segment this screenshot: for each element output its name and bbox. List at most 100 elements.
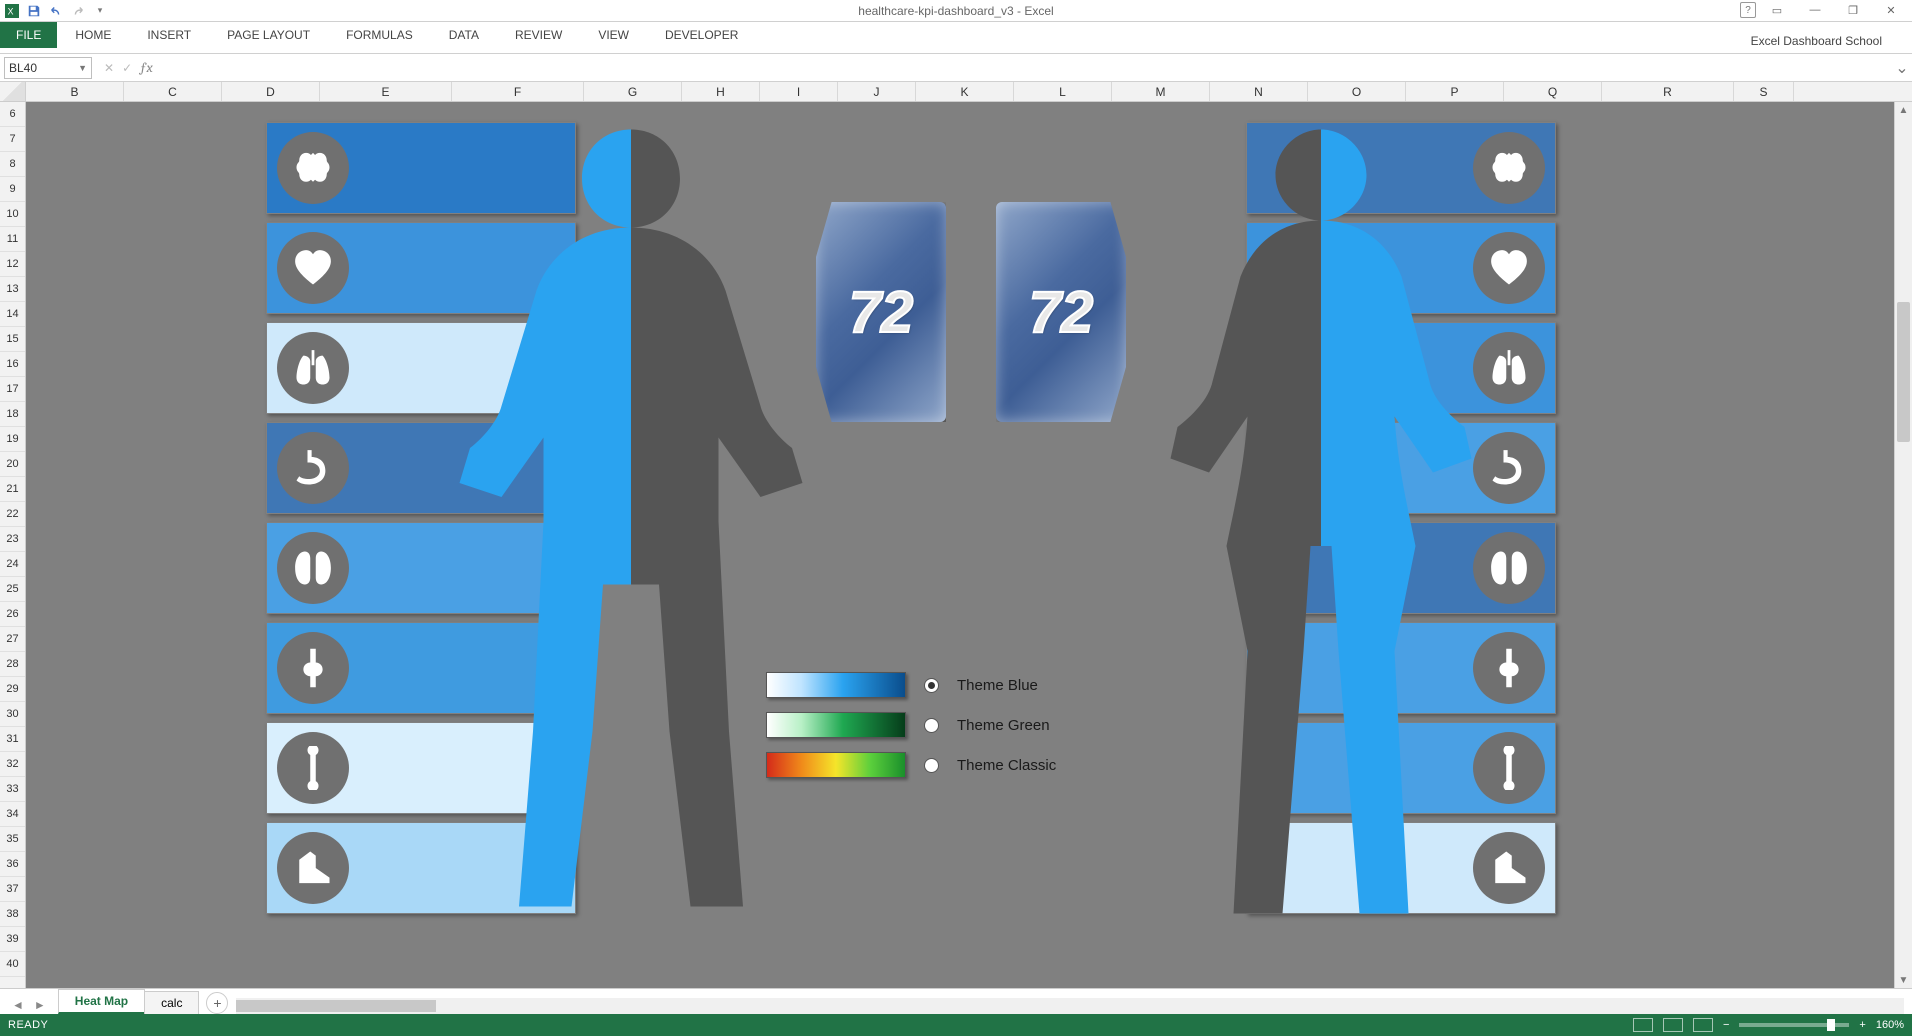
row-header-30[interactable]: 30 (0, 702, 25, 727)
row-header-10[interactable]: 10 (0, 202, 25, 227)
row-header-39[interactable]: 39 (0, 927, 25, 952)
row-header-11[interactable]: 11 (0, 227, 25, 252)
ribbon-tab-pagelayout[interactable]: PAGE LAYOUT (209, 22, 328, 48)
col-header-K[interactable]: K (916, 82, 1014, 101)
zoom-in-icon[interactable]: + (1859, 1019, 1865, 1031)
row-header-31[interactable]: 31 (0, 727, 25, 752)
theme-label-green: Theme Green (957, 717, 1050, 734)
col-header-E[interactable]: E (320, 82, 452, 101)
ribbon-tab-home[interactable]: HOME (57, 22, 129, 48)
radio-theme-blue[interactable] (924, 678, 939, 693)
radio-theme-green[interactable] (924, 718, 939, 733)
col-header-H[interactable]: H (682, 82, 760, 101)
col-header-N[interactable]: N (1210, 82, 1308, 101)
col-header-I[interactable]: I (760, 82, 838, 101)
col-header-J[interactable]: J (838, 82, 916, 101)
col-header-C[interactable]: C (124, 82, 222, 101)
row-header-18[interactable]: 18 (0, 402, 25, 427)
row-header-29[interactable]: 29 (0, 677, 25, 702)
col-header-P[interactable]: P (1406, 82, 1504, 101)
col-header-L[interactable]: L (1014, 82, 1112, 101)
row-header-25[interactable]: 25 (0, 577, 25, 602)
view-pagebreak-icon[interactable] (1693, 1018, 1713, 1032)
scroll-thumb[interactable] (1897, 302, 1910, 442)
select-all-triangle[interactable] (0, 82, 26, 101)
sheet-tab-heatmap[interactable]: Heat Map (58, 989, 145, 1014)
row-header-17[interactable]: 17 (0, 377, 25, 402)
file-tab[interactable]: FILE (0, 22, 57, 48)
row-header-7[interactable]: 7 (0, 127, 25, 152)
col-header-M[interactable]: M (1112, 82, 1210, 101)
fx-icon[interactable]: ƒx (140, 59, 153, 76)
row-header-14[interactable]: 14 (0, 302, 25, 327)
ribbon-tab-view[interactable]: VIEW (580, 22, 647, 48)
name-box[interactable]: BL40 ▼ (4, 57, 92, 79)
row-header-15[interactable]: 15 (0, 327, 25, 352)
row-header-20[interactable]: 20 (0, 452, 25, 477)
scroll-up-icon[interactable]: ▲ (1895, 102, 1912, 118)
qat-customize-icon[interactable]: ▾ (92, 3, 108, 19)
ribbon-tab-insert[interactable]: INSERT (129, 22, 209, 48)
row-header-26[interactable]: 26 (0, 602, 25, 627)
row-header-12[interactable]: 12 (0, 252, 25, 277)
view-normal-icon[interactable] (1633, 1018, 1653, 1032)
zoom-slider[interactable] (1739, 1023, 1849, 1027)
row-header-33[interactable]: 33 (0, 777, 25, 802)
row-header-21[interactable]: 21 (0, 477, 25, 502)
row-header-13[interactable]: 13 (0, 277, 25, 302)
help-icon[interactable]: ? (1740, 2, 1756, 18)
ribbon-tab-review[interactable]: REVIEW (497, 22, 580, 48)
col-header-B[interactable]: B (26, 82, 124, 101)
save-icon[interactable] (26, 3, 42, 19)
ribbon-tab-formulas[interactable]: FORMULAS (328, 22, 431, 48)
row-header-35[interactable]: 35 (0, 827, 25, 852)
formula-input[interactable] (159, 57, 1892, 79)
sheet-add-button[interactable]: + (206, 992, 228, 1014)
row-header-6[interactable]: 6 (0, 102, 25, 127)
kidneys-icon (277, 532, 349, 604)
undo-icon[interactable] (48, 3, 64, 19)
zoom-out-icon[interactable]: − (1723, 1019, 1729, 1031)
close-icon[interactable]: ✕ (1874, 0, 1908, 20)
name-box-dropdown-icon[interactable]: ▼ (78, 63, 87, 73)
col-header-Q[interactable]: Q (1504, 82, 1602, 101)
ribbon-tab-developer[interactable]: DEVELOPER (647, 22, 756, 48)
row-header-27[interactable]: 27 (0, 627, 25, 652)
sheet-nav-prev-icon[interactable]: ◄ (8, 996, 28, 1014)
sheet-nav-next-icon[interactable]: ► (30, 996, 50, 1014)
row-header-36[interactable]: 36 (0, 852, 25, 877)
maximize-icon[interactable]: ❐ (1836, 0, 1870, 20)
row-header-32[interactable]: 32 (0, 752, 25, 777)
row-header-40[interactable]: 40 (0, 952, 25, 977)
row-header-8[interactable]: 8 (0, 152, 25, 177)
col-header-R[interactable]: R (1602, 82, 1734, 101)
row-header-16[interactable]: 16 (0, 352, 25, 377)
row-header-23[interactable]: 23 (0, 527, 25, 552)
vertical-scrollbar[interactable]: ▲ ▼ (1894, 102, 1912, 988)
ribbon-display-icon[interactable]: ▭ (1760, 0, 1794, 20)
row-header-38[interactable]: 38 (0, 902, 25, 927)
horizontal-scrollbar[interactable] (236, 998, 1904, 1014)
formula-cancel-icon[interactable]: ✕ (104, 61, 114, 75)
row-header-19[interactable]: 19 (0, 427, 25, 452)
minimize-icon[interactable]: ― (1798, 0, 1832, 20)
formula-confirm-icon[interactable]: ✓ (122, 61, 132, 75)
scroll-down-icon[interactable]: ▼ (1895, 972, 1912, 988)
redo-icon[interactable] (70, 3, 86, 19)
row-header-28[interactable]: 28 (0, 652, 25, 677)
formula-expand-icon[interactable]: ⌄ (1892, 58, 1912, 78)
row-header-34[interactable]: 34 (0, 802, 25, 827)
row-header-37[interactable]: 37 (0, 877, 25, 902)
col-header-O[interactable]: O (1308, 82, 1406, 101)
radio-theme-classic[interactable] (924, 758, 939, 773)
ribbon-tab-data[interactable]: DATA (431, 22, 497, 48)
col-header-D[interactable]: D (222, 82, 320, 101)
row-header-24[interactable]: 24 (0, 552, 25, 577)
col-header-F[interactable]: F (452, 82, 584, 101)
view-pagelayout-icon[interactable] (1663, 1018, 1683, 1032)
row-header-22[interactable]: 22 (0, 502, 25, 527)
sheet-tab-calc[interactable]: calc (144, 991, 199, 1014)
row-header-9[interactable]: 9 (0, 177, 25, 202)
col-header-G[interactable]: G (584, 82, 682, 101)
col-header-S[interactable]: S (1734, 82, 1794, 101)
